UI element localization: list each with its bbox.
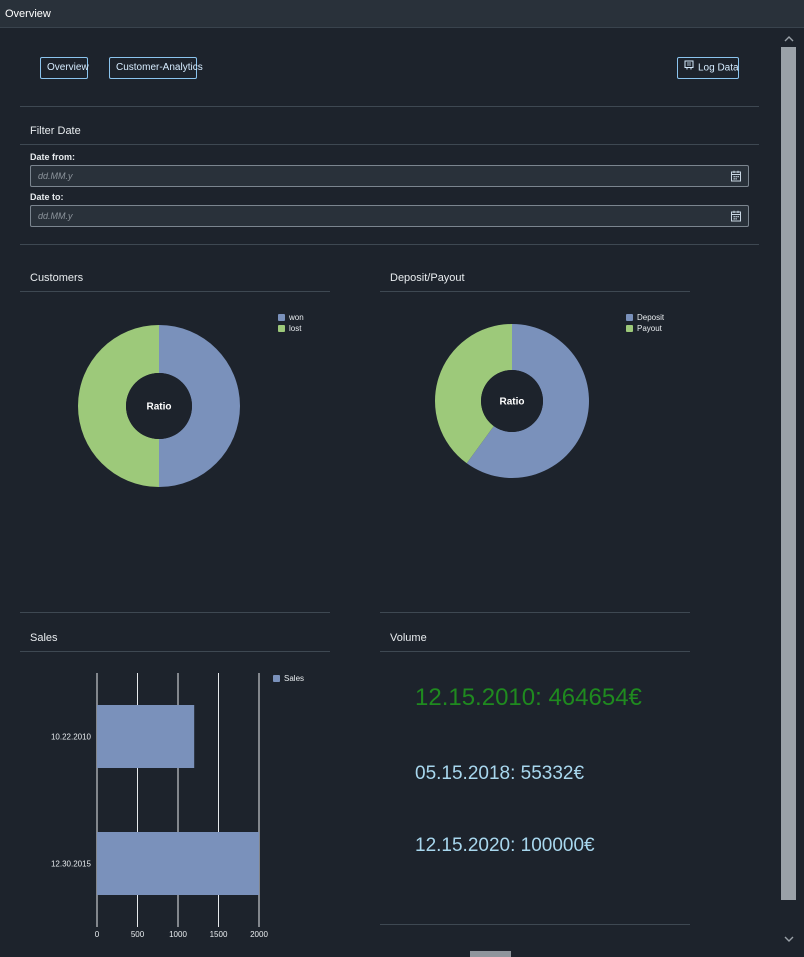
date-from-label: Date from: (30, 152, 76, 162)
x-tick-label: 1500 (210, 930, 228, 939)
bar[interactable] (97, 705, 195, 768)
scroll-down-icon[interactable] (783, 933, 795, 945)
overview-button[interactable]: Overview (40, 57, 89, 79)
sales-bar-chart: 0 500 1000 1500 2000 10.22.2010 12.30.2015 (51, 673, 268, 939)
log-data-button[interactable]: Log Data (677, 57, 739, 79)
divider (20, 651, 330, 652)
divider (20, 106, 759, 107)
legend-item-deposit[interactable]: Deposit (626, 312, 664, 323)
divider (20, 244, 759, 245)
legend-swatch (626, 314, 633, 321)
y-tick-label: 10.22.2010 (51, 733, 92, 742)
y-tick-label: 12.30.2015 (51, 860, 92, 869)
deposit-payout-donut-chart: Ratio (435, 324, 589, 478)
calendar-icon[interactable] (730, 170, 742, 182)
vertical-scrollbar-thumb[interactable] (781, 47, 796, 900)
x-tick-label: 500 (131, 930, 145, 939)
deposit-payout-legend: Deposit Payout (626, 312, 664, 334)
date-from-input[interactable] (31, 166, 735, 186)
customers-title: Customers (30, 272, 84, 284)
volume-title: Volume (390, 632, 427, 644)
donut-center-label: Ratio (500, 397, 525, 408)
volume-entry-primary: 12.15.2010: 464654€ (415, 684, 642, 711)
divider (380, 612, 690, 613)
customers-legend: won lost (278, 312, 304, 334)
x-tick-label: 0 (95, 930, 100, 939)
legend-swatch (278, 325, 285, 332)
scroll-up-icon[interactable] (783, 33, 795, 45)
divider (380, 291, 690, 292)
divider (380, 651, 690, 652)
filter-date-title: Filter Date (30, 125, 81, 137)
divider (20, 144, 759, 145)
log-data-label: Log Data (698, 62, 739, 74)
legend-label: Payout (637, 324, 662, 333)
divider (20, 291, 330, 292)
date-from-picker[interactable] (30, 165, 749, 187)
window-title-bar: Overview (0, 0, 804, 28)
sales-title: Sales (30, 632, 58, 644)
log-icon (684, 58, 694, 78)
horizontal-scrollbar-thumb[interactable] (470, 951, 511, 957)
legend-label: won (289, 313, 304, 322)
bar[interactable] (97, 832, 259, 895)
divider (380, 924, 690, 925)
date-to-picker[interactable] (30, 205, 749, 227)
divider (20, 612, 330, 613)
legend-label: lost (289, 324, 302, 333)
volume-entry: 05.15.2018: 55332€ (415, 763, 585, 784)
calendar-icon[interactable] (730, 210, 742, 222)
x-tick-label: 2000 (250, 930, 268, 939)
deposit-payout-title: Deposit/Payout (390, 272, 465, 284)
customers-donut-chart: Ratio (78, 325, 240, 487)
date-to-label: Date to: (30, 192, 64, 202)
legend-item-lost[interactable]: lost (278, 323, 304, 334)
legend-item-won[interactable]: won (278, 312, 304, 323)
legend-label: Deposit (637, 313, 665, 322)
window-title: Overview (5, 8, 51, 20)
date-to-input[interactable] (31, 206, 735, 226)
legend-item-payout[interactable]: Payout (626, 323, 664, 334)
donut-center-label: Ratio (147, 402, 172, 413)
volume-entry: 12.15.2020: 100000€ (415, 835, 595, 856)
x-tick-label: 1000 (169, 930, 187, 939)
customer-analytics-button[interactable]: Customer-Analytics (109, 57, 203, 79)
legend-swatch (278, 314, 285, 321)
legend-swatch (626, 325, 633, 332)
